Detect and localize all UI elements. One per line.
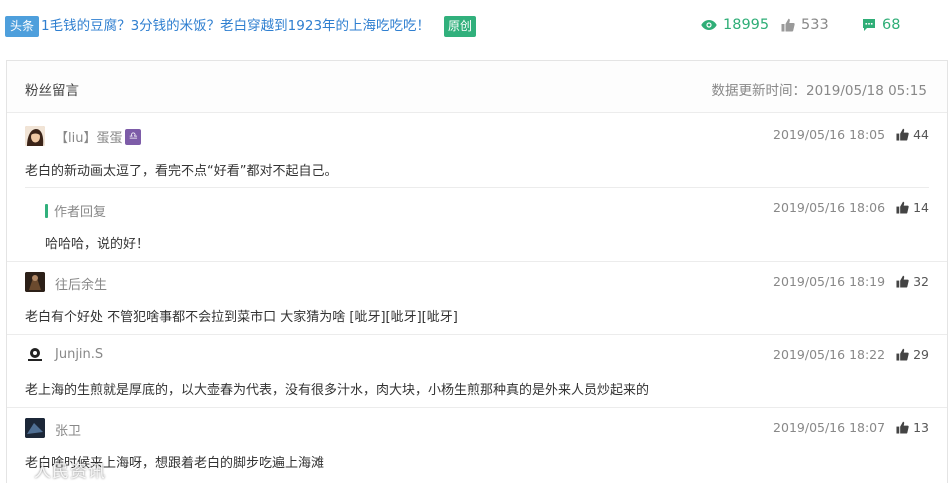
avatar[interactable] (25, 126, 45, 146)
eye-icon (701, 20, 717, 30)
like-count: 32 (913, 274, 929, 289)
avatar-image (25, 345, 45, 365)
panel-header: 粉丝留言 数据更新时间：2019/05/18 05:15 (7, 61, 947, 113)
headline-tag: 头条 (5, 16, 40, 37)
article-bar: 头条 1毛钱的豆腐？3分钱的米饭？老白穿越到1923年的上海吃吃吃！ 原创 18… (0, 0, 950, 52)
reply-marker (45, 203, 48, 218)
article-title-link[interactable]: 1毛钱的豆腐？3分钱的米饭？老白穿越到1923年的上海吃吃吃！ (41, 17, 430, 36)
thumbs-up-icon (781, 18, 795, 32)
username[interactable]: 【liu】蛋蛋 ♎ (55, 127, 142, 146)
likes-count: 533 (801, 17, 829, 33)
comment-item: 【liu】蛋蛋 ♎ 2019/05/16 18:05 44 老白的新动画太逗了，… (7, 113, 947, 261)
original-tag: 原创 (444, 16, 477, 37)
thumbs-up-icon[interactable] (896, 201, 909, 214)
watermark-logo-icon (11, 461, 27, 478)
author-reply-label: 作者回复 (45, 201, 106, 220)
username[interactable]: 往后余生 (55, 274, 107, 293)
update-time: 数据更新时间：2019/05/18 05:15 (711, 79, 927, 99)
comment-meta: 2019/05/16 18:22 29 (773, 347, 929, 362)
comment-meta: 2019/05/16 18:07 13 (773, 420, 929, 435)
thumbs-up-icon[interactable] (896, 275, 909, 288)
views-stat: 18995 (701, 15, 769, 35)
update-label: 数据更新时间： (711, 83, 806, 99)
thumbs-up-icon[interactable] (896, 348, 909, 361)
comment-date: 2019/05/16 18:05 (773, 127, 886, 142)
views-count: 18995 (723, 17, 770, 33)
avatar-image (25, 272, 45, 292)
comment-text: 老白有个好处 不管犯啥事都不会拉到菜市口 大家猜为啥 [呲牙][呲牙][呲牙] (25, 310, 458, 325)
like-count: 13 (913, 420, 929, 435)
reply-label-text: 作者回复 (54, 205, 107, 220)
watermark: 人民资讯 (10, 457, 106, 482)
comment-date: 2019/05/16 18:19 (773, 274, 886, 289)
username[interactable]: 张卫 (55, 420, 81, 439)
reply-meta: 2019/05/16 18:06 14 (773, 200, 929, 215)
username-text: Junjin.S (55, 347, 104, 362)
comment-text: 老白的新动画太逗了，看完不点“好看”都对不起自己。 (25, 164, 338, 179)
update-value: 2019/05/18 05:15 (805, 83, 927, 99)
avatar-image (25, 126, 45, 146)
username[interactable]: Junjin.S (55, 347, 103, 362)
avatar[interactable] (25, 272, 45, 292)
comment-text: 老上海的生煎就是厚底的，以大壶春为代表，没有很多汁水，肉大块，小杨生煎那种真的是… (25, 383, 650, 398)
comment-date: 2019/05/16 18:07 (773, 420, 886, 435)
panel-title: 粉丝留言 (25, 83, 79, 99)
reply-text: 哈哈哈，说的好！ (45, 237, 150, 252)
comment-meta: 2019/05/16 18:19 32 (773, 274, 929, 289)
comments-count: 68 (882, 17, 901, 33)
comment-item: 张卫 2019/05/16 18:07 13 老白啥时候来上海呀，想跟着老白的脚… (7, 408, 947, 483)
comment-meta: 2019/05/16 18:05 44 (773, 127, 929, 142)
avatar[interactable] (25, 418, 45, 438)
comment-date: 2019/05/16 18:22 (773, 347, 886, 362)
like-count: 44 (913, 127, 929, 142)
username-text: 往后余生 (55, 278, 108, 293)
thumbs-up-icon[interactable] (896, 128, 909, 141)
username-text: 【liu】蛋蛋 (55, 131, 123, 146)
fan-comments-panel: 粉丝留言 数据更新时间：2019/05/18 05:15 【liu】蛋蛋 ♎ 2… (6, 60, 948, 483)
thumbs-up-icon[interactable] (896, 421, 909, 434)
avatar-image (25, 418, 45, 438)
comment-icon (863, 19, 875, 31)
comment-item: 往后余生 2019/05/16 18:19 32 老白有个好处 不管犯啥事都不会… (7, 262, 947, 334)
like-count: 29 (913, 347, 929, 362)
zodiac-badge: ♎ (125, 128, 142, 145)
watermark-text: 人民资讯 (34, 462, 106, 482)
reply-date: 2019/05/16 18:06 (773, 200, 886, 215)
username-text: 张卫 (55, 424, 82, 439)
comments-stat: 68 (862, 15, 900, 35)
likes-stat: 533 (781, 15, 829, 35)
avatar[interactable] (25, 345, 45, 365)
comment-item: Junjin.S 2019/05/16 18:22 29 老上海的生煎就是厚底的… (7, 335, 947, 407)
divider (25, 187, 929, 188)
like-count: 14 (913, 200, 929, 215)
